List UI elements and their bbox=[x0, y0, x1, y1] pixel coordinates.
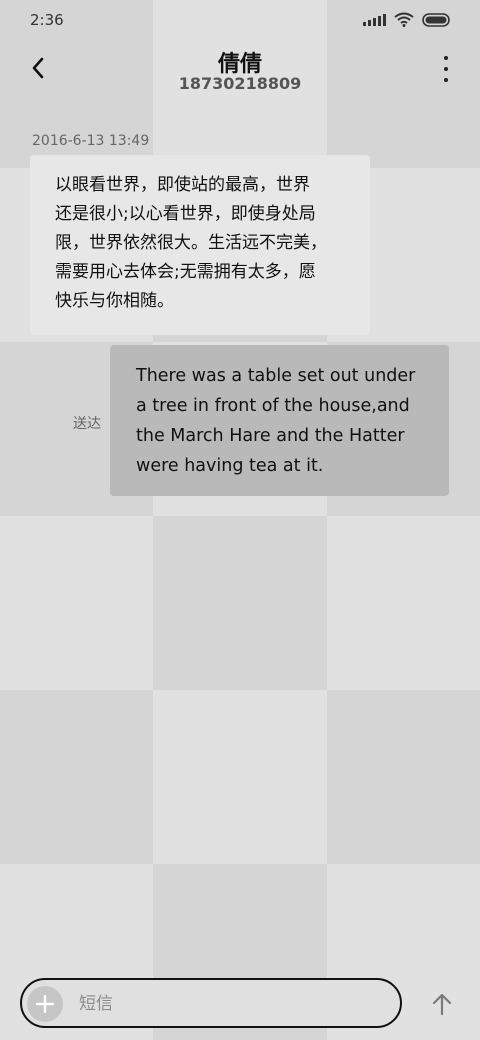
more-options-button[interactable] bbox=[438, 56, 454, 82]
conversation-header: 倩倩 18730218809 bbox=[0, 42, 480, 102]
message-line: 限，世界依然很大。生活远不完美， bbox=[55, 233, 327, 253]
outgoing-message-bubble[interactable]: There was a table set out under a tree i… bbox=[110, 345, 449, 496]
message-line: 还是很小;以心看世界，即使身处局 bbox=[55, 204, 316, 224]
plus-icon bbox=[36, 995, 54, 1013]
battery-icon bbox=[422, 12, 452, 27]
more-vertical-icon bbox=[444, 56, 448, 60]
message-line: a tree in front of the house,and bbox=[136, 396, 410, 416]
status-bar: 2:36 bbox=[0, 0, 480, 42]
message-line: 以眼看世界，即使站的最高，世界 bbox=[55, 175, 310, 195]
arrow-up-icon bbox=[432, 993, 452, 1016]
status-icons bbox=[363, 12, 452, 27]
delivery-status: 送达 bbox=[73, 416, 101, 432]
message-input[interactable] bbox=[77, 990, 381, 1018]
contact-number: 18730218809 bbox=[178, 74, 302, 93]
wifi-icon bbox=[394, 12, 414, 27]
message-line: 需要用心去体会;无需拥有太多，愿 bbox=[55, 262, 316, 282]
status-time: 2:36 bbox=[30, 11, 64, 29]
signal-icon bbox=[363, 13, 386, 26]
incoming-message-bubble[interactable]: 以眼看世界，即使站的最高，世界 还是很小;以心看世界，即使身处局 限，世界依然很… bbox=[30, 155, 370, 335]
message-timestamp: 2016-6-13 13:49 bbox=[32, 133, 150, 149]
add-attachment-button[interactable] bbox=[27, 986, 63, 1022]
message-line: There was a table set out under bbox=[136, 366, 416, 386]
message-line: 快乐与你相随。 bbox=[55, 291, 174, 311]
message-line: were having tea at it. bbox=[136, 456, 324, 476]
message-composer bbox=[20, 978, 402, 1028]
message-line: the March Hare and the Hatter bbox=[136, 426, 405, 446]
send-button[interactable] bbox=[430, 990, 454, 1018]
